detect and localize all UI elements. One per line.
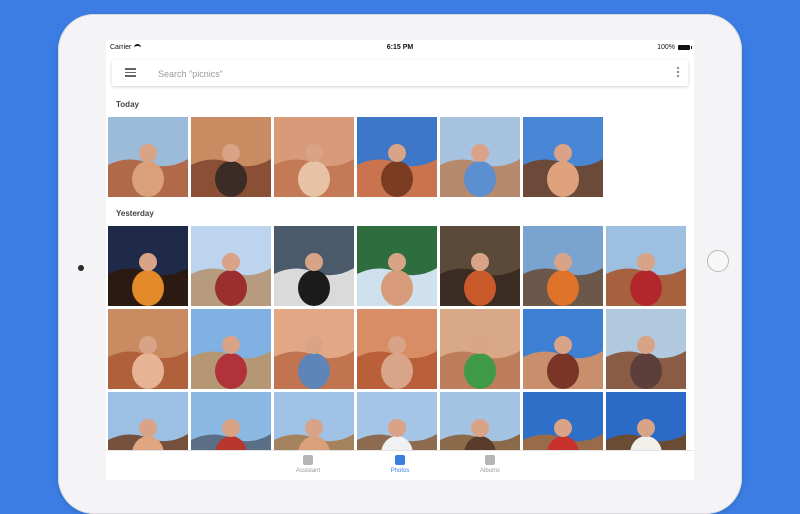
tab-assistant[interactable]: Assistant bbox=[278, 455, 338, 474]
battery-percent: 100% bbox=[657, 43, 675, 51]
search-input[interactable] bbox=[156, 64, 640, 84]
photo-campfire-night[interactable] bbox=[108, 226, 188, 306]
albums-icon bbox=[485, 455, 495, 465]
section-label-today: Today bbox=[116, 100, 139, 109]
photos-app-screen: Carrier 6:15 PM 100% Today Yesterday bbox=[106, 40, 694, 480]
photo-child-in-tent[interactable] bbox=[357, 226, 437, 306]
assistant-icon bbox=[303, 455, 313, 465]
battery-icon bbox=[678, 44, 692, 50]
photo-woman-green-shirt[interactable] bbox=[440, 309, 520, 389]
photo-child-on-rock-arch[interactable] bbox=[357, 117, 437, 197]
photo-desert-campfire-dusk[interactable] bbox=[523, 226, 603, 306]
photo-campfire-cooking-pot[interactable] bbox=[274, 226, 354, 306]
photo-picnic-table-desert[interactable] bbox=[191, 226, 271, 306]
tab-albums-label: Albums bbox=[479, 468, 500, 474]
photo-hikers-open-desert[interactable] bbox=[191, 309, 271, 389]
tab-albums[interactable]: Albums bbox=[460, 455, 520, 474]
status-time: 6:15 PM bbox=[386, 43, 414, 51]
photo-couple-blue-sky[interactable] bbox=[523, 117, 603, 197]
hamburger-menu-icon[interactable] bbox=[125, 68, 136, 77]
front-camera bbox=[78, 265, 84, 271]
ipad-device: Carrier 6:15 PM 100% Today Yesterday bbox=[58, 14, 742, 514]
photos-icon bbox=[395, 455, 405, 465]
tab-assistant-label: Assistant bbox=[295, 468, 321, 474]
photo-toddler-close-up[interactable] bbox=[108, 309, 188, 389]
tab-photos-label: Photos bbox=[390, 468, 410, 474]
more-options-icon[interactable] bbox=[677, 67, 680, 79]
battery-info: 100% bbox=[657, 43, 692, 51]
photo-dutch-oven-fire[interactable] bbox=[440, 226, 520, 306]
photo-boy-peeking-rock[interactable] bbox=[357, 309, 437, 389]
photo-child-in-rock-hole[interactable] bbox=[274, 309, 354, 389]
status-bar: Carrier 6:15 PM 100% bbox=[106, 40, 694, 54]
tab-photos[interactable]: Photos bbox=[370, 455, 430, 474]
photo-family-red-rocks[interactable] bbox=[274, 117, 354, 197]
photo-girl-on-rock-ledge[interactable] bbox=[606, 309, 686, 389]
bottom-tab-bar: Assistant Photos Albums bbox=[106, 450, 694, 480]
photo-boy-on-rocks[interactable] bbox=[440, 117, 520, 197]
photo-family-selfie-canyon[interactable] bbox=[108, 117, 188, 197]
section-label-yesterday: Yesterday bbox=[116, 209, 154, 218]
search-bar bbox=[112, 60, 688, 86]
home-button[interactable] bbox=[707, 250, 729, 272]
photo-mother-child-hiking[interactable] bbox=[191, 117, 271, 197]
photo-person-lying-red-shirt[interactable] bbox=[606, 226, 686, 306]
photo-man-red-rocks-sky[interactable] bbox=[523, 309, 603, 389]
